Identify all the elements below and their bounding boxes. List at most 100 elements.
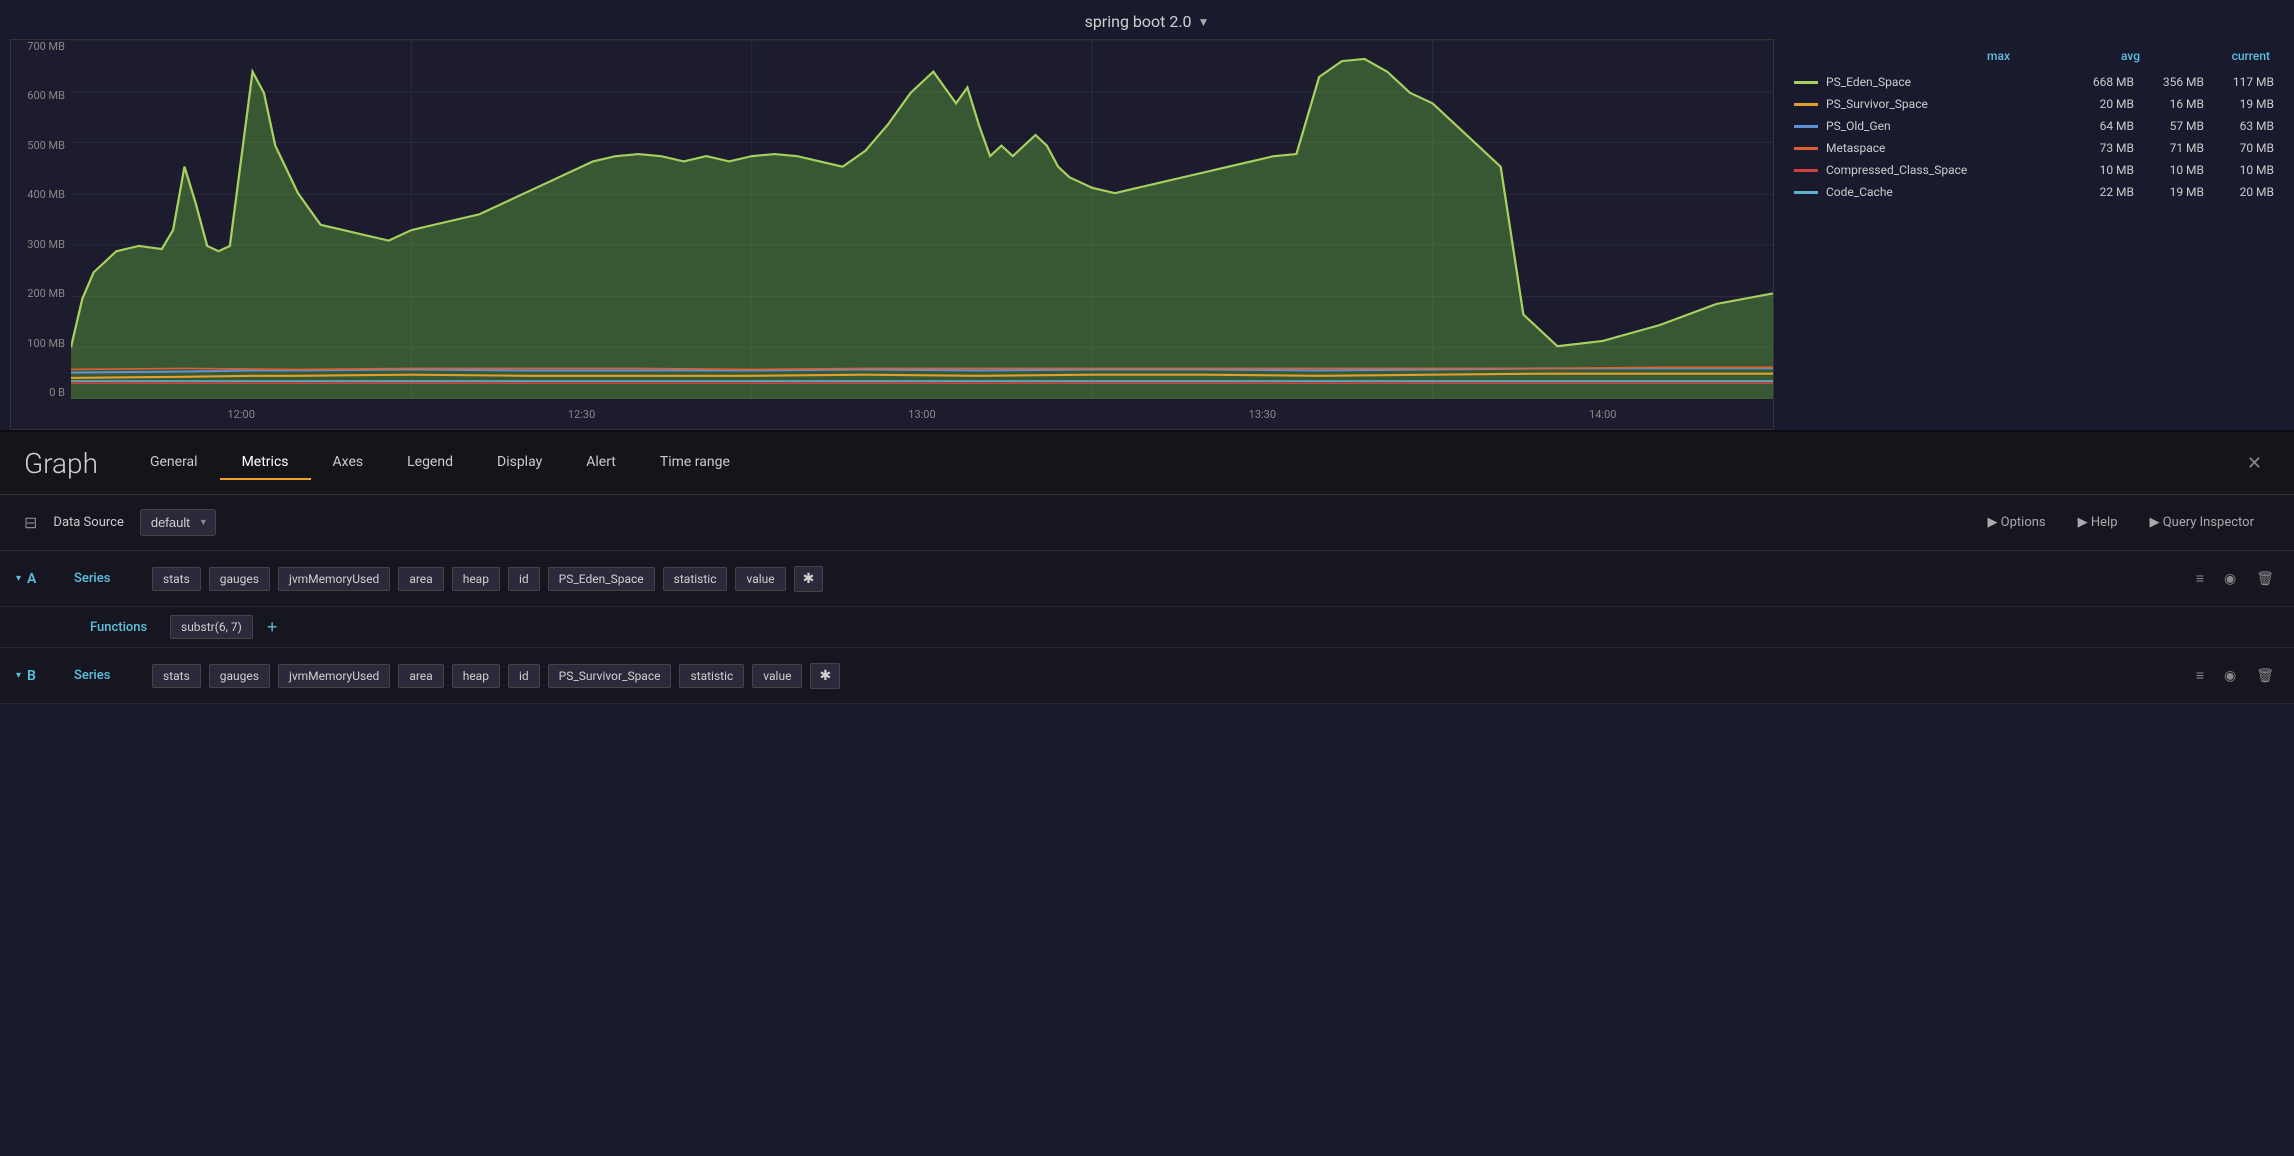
legend-color-3 bbox=[1794, 147, 1818, 150]
legend-name-2[interactable]: PS_Old_Gen bbox=[1826, 119, 2056, 133]
row-b-menu-icon[interactable]: ≡ bbox=[2192, 663, 2208, 688]
legend-avg-4: 10 MB bbox=[2134, 163, 2204, 177]
legend-avg-header: avg bbox=[2070, 49, 2140, 63]
x-label-1230: 12:30 bbox=[568, 408, 595, 421]
legend-color-2 bbox=[1794, 125, 1818, 128]
legend-item-4: Compressed_Class_Space 10 MB 10 MB 10 MB bbox=[1794, 159, 2274, 181]
tag-b-area[interactable]: area bbox=[398, 664, 443, 688]
row-a-actions: ≡ ◉ 🗑 bbox=[2192, 566, 2278, 591]
legend-name-1[interactable]: PS_Survivor_Space bbox=[1826, 97, 2056, 111]
tab-axes[interactable]: Axes bbox=[311, 446, 386, 480]
tab-timerange[interactable]: Time range bbox=[638, 446, 752, 480]
tag-b-statistic[interactable]: statistic bbox=[679, 664, 744, 688]
functions-label-a: Functions bbox=[90, 620, 160, 635]
legend-name-4[interactable]: Compressed_Class_Space bbox=[1826, 163, 2056, 177]
help-button[interactable]: ▶ Help bbox=[2062, 509, 2134, 536]
chart-legend: max avg current PS_Eden_Space 668 MB 356… bbox=[1794, 39, 2274, 430]
row-a-trash-icon[interactable]: 🗑 bbox=[2252, 567, 2278, 591]
row-a-menu-icon[interactable]: ≡ bbox=[2192, 566, 2208, 591]
tag-a-eden[interactable]: PS_Eden_Space bbox=[548, 567, 655, 591]
legend-name-5[interactable]: Code_Cache bbox=[1826, 185, 2056, 199]
tag-b-jvm[interactable]: jvmMemoryUsed bbox=[278, 664, 390, 688]
datasource-select[interactable]: default bbox=[140, 509, 216, 536]
chart-area: 700 MB 600 MB 500 MB 400 MB 300 MB 200 M… bbox=[10, 39, 1774, 430]
row-b-eye-icon[interactable]: ◉ bbox=[2220, 664, 2240, 688]
tab-display[interactable]: Display bbox=[475, 446, 564, 480]
tab-legend[interactable]: Legend bbox=[385, 446, 475, 480]
row-b-collapse-icon[interactable]: ▾ bbox=[16, 670, 21, 681]
legend-values-5: 22 MB 19 MB 20 MB bbox=[2064, 185, 2274, 199]
panel-title: Graph bbox=[24, 447, 98, 480]
func-a-substr[interactable]: substr(6, 7) bbox=[170, 615, 253, 639]
tag-a-value[interactable]: value bbox=[735, 567, 785, 591]
legend-header: max avg current bbox=[1794, 49, 2274, 63]
panel-close-button[interactable]: ✕ bbox=[2239, 449, 2270, 478]
legend-current-2: 63 MB bbox=[2204, 119, 2274, 133]
tag-b-asterisk[interactable]: ✱ bbox=[810, 663, 840, 689]
query-inspector-button[interactable]: ▶ Query Inspector bbox=[2134, 509, 2271, 536]
chart-section: spring boot 2.0 ▼ 700 MB 600 MB 500 MB 4… bbox=[0, 0, 2294, 430]
row-a-id: A bbox=[27, 571, 36, 587]
tag-a-asterisk[interactable]: ✱ bbox=[794, 566, 824, 592]
tag-a-gauges[interactable]: gauges bbox=[209, 567, 270, 591]
tag-b-value[interactable]: value bbox=[752, 664, 802, 688]
legend-max-4: 10 MB bbox=[2064, 163, 2134, 177]
legend-max-2: 64 MB bbox=[2064, 119, 2134, 133]
legend-values-3: 73 MB 71 MB 70 MB bbox=[2064, 141, 2274, 155]
tag-a-stats[interactable]: stats bbox=[152, 567, 201, 591]
legend-color-4 bbox=[1794, 169, 1818, 172]
legend-item-0: PS_Eden_Space 668 MB 356 MB 117 MB bbox=[1794, 71, 2274, 93]
legend-item-5: Code_Cache 22 MB 19 MB 20 MB bbox=[1794, 181, 2274, 203]
row-b-label: ▾ B bbox=[16, 668, 66, 684]
panel-section: Graph General Metrics Axes Legend Displa… bbox=[0, 430, 2294, 704]
tag-a-jvm[interactable]: jvmMemoryUsed bbox=[278, 567, 390, 591]
row-a-eye-icon[interactable]: ◉ bbox=[2220, 567, 2240, 591]
datasource-icon: ⊟ bbox=[24, 513, 37, 532]
tag-a-id[interactable]: id bbox=[508, 567, 540, 591]
tab-metrics[interactable]: Metrics bbox=[220, 446, 311, 480]
tag-b-heap[interactable]: heap bbox=[452, 664, 500, 688]
legend-max-0: 668 MB bbox=[2064, 75, 2134, 89]
row-a-label: ▾ A bbox=[16, 571, 66, 587]
add-function-button-a[interactable]: + bbox=[263, 617, 282, 638]
chart-canvas bbox=[71, 40, 1773, 399]
tag-b-gauges[interactable]: gauges bbox=[209, 664, 270, 688]
legend-item-2: PS_Old_Gen 64 MB 57 MB 63 MB bbox=[1794, 115, 2274, 137]
chart-title-bar: spring boot 2.0 ▼ bbox=[0, 12, 2294, 31]
legend-name-3[interactable]: Metaspace bbox=[1826, 141, 2056, 155]
legend-max-header: max bbox=[1940, 49, 2010, 63]
y-label-700: 700 MB bbox=[27, 40, 65, 53]
legend-max-1: 20 MB bbox=[2064, 97, 2134, 111]
y-label-300: 300 MB bbox=[27, 238, 65, 251]
chart-dropdown-icon[interactable]: ▼ bbox=[1198, 15, 1210, 29]
legend-current-5: 20 MB bbox=[2204, 185, 2274, 199]
legend-current-1: 19 MB bbox=[2204, 97, 2274, 111]
tag-b-survivor[interactable]: PS_Survivor_Space bbox=[548, 664, 672, 688]
datasource-select-wrapper[interactable]: default bbox=[140, 509, 216, 536]
legend-avg-2: 57 MB bbox=[2134, 119, 2204, 133]
legend-name-0[interactable]: PS_Eden_Space bbox=[1826, 75, 2056, 89]
tag-a-heap[interactable]: heap bbox=[452, 567, 500, 591]
options-button[interactable]: ▶ Options bbox=[1971, 509, 2061, 536]
row-b-series-label: Series bbox=[74, 668, 144, 683]
row-a-series-label: Series bbox=[74, 571, 144, 586]
chart-title[interactable]: spring boot 2.0 ▼ bbox=[1085, 12, 1210, 31]
legend-items-container: PS_Eden_Space 668 MB 356 MB 117 MB PS_Su… bbox=[1794, 71, 2274, 203]
panel-header: Graph General Metrics Axes Legend Displa… bbox=[0, 432, 2294, 495]
datasource-options: ▶ Options ▶ Help ▶ Query Inspector bbox=[1971, 509, 2270, 536]
y-label-500: 500 MB bbox=[27, 139, 65, 152]
row-a-collapse-icon[interactable]: ▾ bbox=[16, 573, 21, 584]
tag-b-id[interactable]: id bbox=[508, 664, 540, 688]
tab-alert[interactable]: Alert bbox=[564, 446, 638, 480]
legend-item-1: PS_Survivor_Space 20 MB 16 MB 19 MB bbox=[1794, 93, 2274, 115]
row-b-trash-icon[interactable]: 🗑 bbox=[2252, 664, 2278, 688]
y-label-100: 100 MB bbox=[27, 337, 65, 350]
tag-a-area[interactable]: area bbox=[398, 567, 443, 591]
datasource-bar: ⊟ Data Source default ▶ Options ▶ Help ▶… bbox=[0, 495, 2294, 551]
tab-general[interactable]: General bbox=[128, 446, 220, 480]
functions-row-a: Functions substr(6, 7) + bbox=[0, 607, 2294, 648]
tag-a-statistic[interactable]: statistic bbox=[663, 567, 728, 591]
legend-color-5 bbox=[1794, 191, 1818, 194]
x-label-1400: 14:00 bbox=[1589, 408, 1616, 421]
tag-b-stats[interactable]: stats bbox=[152, 664, 201, 688]
